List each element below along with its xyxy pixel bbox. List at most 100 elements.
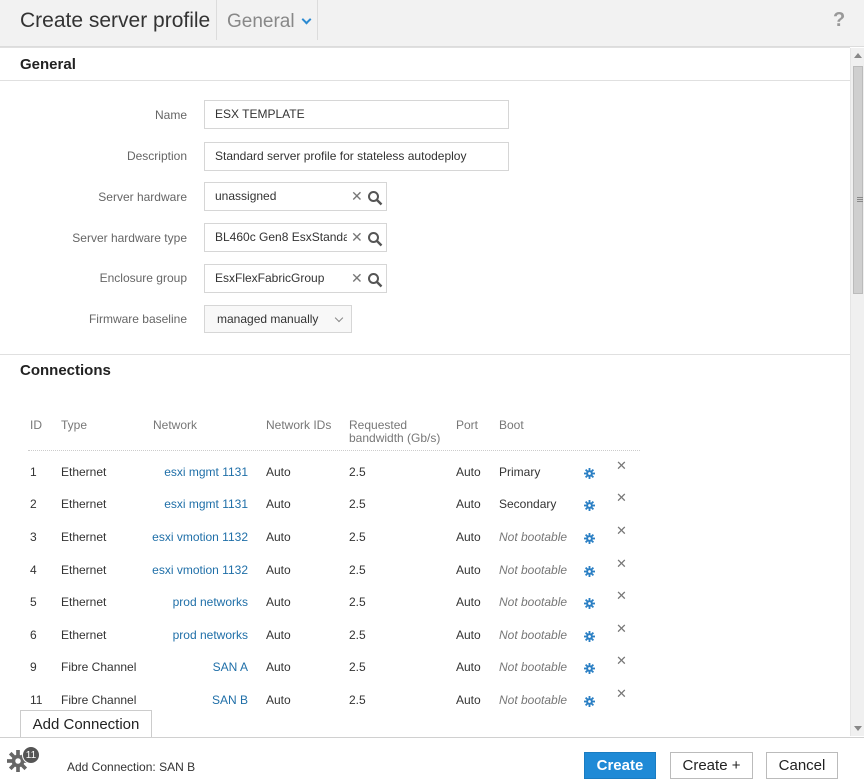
row-network-ids: Auto <box>266 693 291 707</box>
row-type: Ethernet <box>61 497 107 511</box>
row-network-link[interactable]: esxi mgmt 1131 <box>138 497 248 511</box>
row-boot: Not bootable <box>499 628 568 642</box>
edit-connection-gear-icon[interactable] <box>584 498 595 511</box>
row-network-link[interactable]: prod networks <box>138 628 248 642</box>
row-network-ids: Auto <box>266 595 291 609</box>
row-boot: Not bootable <box>499 530 568 544</box>
col-header-bandwidth: Requested bandwidth (Gb/s) <box>349 419 440 445</box>
enclosure-group-value: EsxFlexFabricGroup <box>215 271 325 285</box>
delete-connection-icon[interactable]: ✕ <box>616 589 627 602</box>
search-icon[interactable] <box>367 231 383 247</box>
row-type: Ethernet <box>61 595 107 609</box>
general-heading: General <box>20 56 76 73</box>
row-port: Auto <box>456 465 481 479</box>
row-network-ids: Auto <box>266 660 291 674</box>
clear-icon[interactable]: ✕ <box>351 224 363 251</box>
row-bandwidth: 2.5 <box>349 628 366 642</box>
row-type: Ethernet <box>61 628 107 642</box>
enclosure-group-label: Enclosure group <box>99 271 187 285</box>
description-field[interactable]: Standard server profile for stateless au… <box>204 142 509 171</box>
clear-icon[interactable]: ✕ <box>351 265 363 292</box>
create-button[interactable]: Create <box>584 752 656 779</box>
scroll-up-icon[interactable] <box>854 53 862 58</box>
page-title: Create server profile <box>20 9 211 32</box>
row-boot: Primary <box>499 465 541 479</box>
col-header-type: Type <box>61 418 88 432</box>
firmware-baseline-value: managed manually <box>217 312 319 326</box>
delete-connection-icon[interactable]: ✕ <box>616 491 627 504</box>
delete-connection-icon[interactable]: ✕ <box>616 524 627 537</box>
row-boot: Not bootable <box>499 660 568 674</box>
col-header-bandwidth-line2: bandwidth (Gb/s) <box>349 431 441 445</box>
header-divider <box>317 0 318 40</box>
header-divider <box>216 0 217 40</box>
row-port: Auto <box>456 563 481 577</box>
row-bandwidth: 2.5 <box>349 465 366 479</box>
row-bandwidth: 2.5 <box>349 530 366 544</box>
view-selector-label: General <box>227 11 295 32</box>
edit-connection-gear-icon[interactable] <box>584 596 595 609</box>
row-network-ids: Auto <box>266 530 291 544</box>
edit-connection-gear-icon[interactable] <box>584 629 595 642</box>
cancel-button[interactable]: Cancel <box>766 752 838 779</box>
row-type: Ethernet <box>61 563 107 577</box>
edit-connection-gear-icon[interactable] <box>584 531 595 544</box>
row-id: 4 <box>30 563 37 577</box>
add-connection-button[interactable]: Add Connection <box>20 710 152 740</box>
delete-connection-icon[interactable]: ✕ <box>616 622 627 635</box>
row-bandwidth: 2.5 <box>349 563 366 577</box>
view-selector[interactable]: General <box>227 11 312 33</box>
row-network-link[interactable]: esxi vmotion 1132 <box>138 530 248 544</box>
name-label: Name <box>154 108 187 122</box>
edit-connection-gear-icon[interactable] <box>584 694 595 707</box>
row-port: Auto <box>456 693 481 707</box>
delete-connection-icon[interactable]: ✕ <box>616 459 627 472</box>
clear-icon[interactable]: ✕ <box>351 183 363 210</box>
edit-connection-gear-icon[interactable] <box>584 466 595 479</box>
server-hardware-type-field[interactable]: BL460c Gen8 EsxStandard ✕ <box>204 223 387 252</box>
server-hardware-label: Server hardware <box>98 190 187 204</box>
row-network-ids: Auto <box>266 465 291 479</box>
delete-connection-icon[interactable]: ✕ <box>616 557 627 570</box>
scroll-down-icon[interactable] <box>854 726 862 731</box>
row-port: Auto <box>456 497 481 511</box>
row-port: Auto <box>456 530 481 544</box>
delete-connection-icon[interactable]: ✕ <box>616 687 627 700</box>
row-boot: Secondary <box>499 497 557 511</box>
status-message: Add Connection: SAN B <box>67 760 196 774</box>
row-bandwidth: 2.5 <box>349 693 366 707</box>
row-network-link[interactable]: prod networks <box>138 595 248 609</box>
row-network-ids: Auto <box>266 497 291 511</box>
page-footer: 11 Add Connection: SAN B Create Create +… <box>0 737 864 780</box>
firmware-baseline-select[interactable]: managed manually <box>204 305 352 333</box>
page-header: Create server profile General ? <box>0 0 864 47</box>
row-network-link[interactable]: SAN B <box>138 693 248 707</box>
row-network-link[interactable]: SAN A <box>138 660 248 674</box>
search-icon[interactable] <box>367 190 383 206</box>
scrollbar-thumb[interactable] <box>853 66 863 294</box>
row-network-link[interactable]: esxi vmotion 1132 <box>138 563 248 577</box>
edit-connection-gear-icon[interactable] <box>584 564 595 577</box>
row-network-link[interactable]: esxi mgmt 1131 <box>138 465 248 479</box>
vertical-scrollbar[interactable] <box>850 48 864 736</box>
notification-count-badge: 11 <box>22 746 40 764</box>
firmware-baseline-label: Firmware baseline <box>88 312 187 326</box>
table-header-divider <box>28 450 640 451</box>
row-network-ids: Auto <box>266 628 291 642</box>
server-hardware-field[interactable]: unassigned ✕ <box>204 182 387 211</box>
server-hardware-value: unassigned <box>215 189 277 203</box>
row-bandwidth: 2.5 <box>349 595 366 609</box>
name-field[interactable]: ESX TEMPLATE <box>204 100 509 129</box>
col-header-port: Port <box>456 418 479 432</box>
row-type: Ethernet <box>61 530 107 544</box>
chevron-down-icon <box>301 14 312 25</box>
create-plus-button[interactable]: Create + <box>670 752 753 779</box>
delete-connection-icon[interactable]: ✕ <box>616 654 627 667</box>
search-icon[interactable] <box>367 272 383 288</box>
enclosure-group-field[interactable]: EsxFlexFabricGroup ✕ <box>204 264 387 293</box>
row-id: 2 <box>30 497 37 511</box>
help-button[interactable]: ? <box>833 9 845 32</box>
edit-connection-gear-icon[interactable] <box>584 661 595 674</box>
row-id: 5 <box>30 595 37 609</box>
row-boot: Not bootable <box>499 693 568 707</box>
